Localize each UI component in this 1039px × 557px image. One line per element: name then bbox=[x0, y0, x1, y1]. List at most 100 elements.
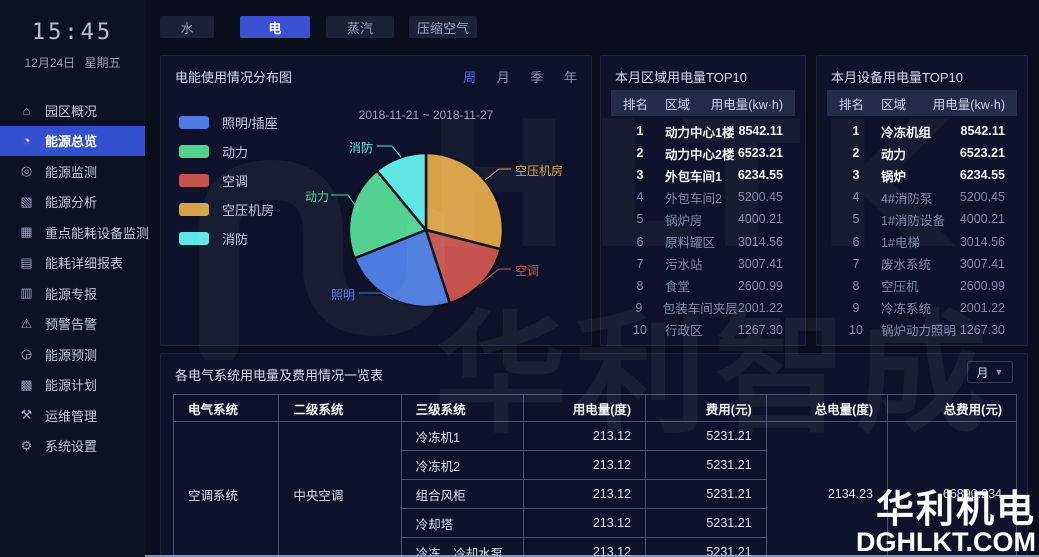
date-text: 12月24日 bbox=[24, 56, 75, 70]
rank-cell: 10 bbox=[623, 323, 657, 337]
table-row: 3外包车间16234.55 bbox=[611, 164, 795, 186]
sidebar-item-5[interactable]: ▤能耗详细报表 bbox=[0, 248, 145, 279]
name-cell: 冷冻系统 bbox=[873, 298, 960, 317]
name-cell: 冷冻机组 bbox=[873, 122, 961, 141]
tab-electricity[interactable]: 电 bbox=[240, 16, 310, 38]
sidebar-item-label: 重点能耗设备监测 bbox=[45, 223, 149, 242]
column-header: 费用(元) bbox=[646, 395, 767, 422]
sidebar-item-6[interactable]: ▥能源专报 bbox=[0, 278, 145, 309]
bulletin-doc-icon: ▥ bbox=[19, 285, 34, 301]
name-cell: 动力中心2楼 bbox=[657, 144, 738, 163]
table-row: 3锅炉6234.55 bbox=[827, 164, 1017, 186]
sidebar-item-label: 能源监测 bbox=[45, 162, 97, 181]
sidebar-item-label: 能源预测 bbox=[45, 345, 97, 364]
clock: 15:45 bbox=[0, 20, 145, 45]
table-row: 5锅炉房4000.21 bbox=[611, 208, 795, 230]
value-cell: 6523.21 bbox=[960, 146, 1005, 160]
ops-manage-icon: ⚒ bbox=[19, 407, 34, 423]
name-cell: 1#电梯 bbox=[873, 232, 960, 251]
table-row: 2动力6523.21 bbox=[827, 142, 1017, 164]
sidebar-item-11[interactable]: ⚙系统设置 bbox=[0, 431, 145, 462]
tab-compressed-air[interactable]: 压缩空气 bbox=[409, 16, 477, 38]
region-top10-header: 排名 区域 用电量(kw·h) bbox=[611, 90, 795, 116]
pie-label-lighting: 照明 bbox=[331, 286, 355, 303]
value-cell: 3007.41 bbox=[738, 257, 783, 271]
rank-cell: 7 bbox=[839, 257, 873, 271]
value-cell: 6523.21 bbox=[738, 146, 783, 160]
sidebar-item-10[interactable]: ⚒ 运维管理 bbox=[0, 400, 145, 431]
region-top10-panel: 本月区域用电量TOP10 排名 区域 用电量(kw·h) 1动力中心1楼8542… bbox=[600, 55, 806, 346]
cost-cell: 5231.21 bbox=[646, 422, 767, 451]
name-cell: 4#消防泵 bbox=[873, 188, 960, 207]
name-cell: 食堂 bbox=[657, 276, 738, 295]
name-cell: 外包车间2 bbox=[657, 188, 738, 207]
device-top10-header: 排名 区域 用电量(kw·h) bbox=[827, 90, 1017, 116]
sidebar-item-1[interactable]: ◔能源总览 bbox=[0, 126, 145, 157]
rank-cell: 6 bbox=[623, 235, 657, 249]
rank-cell: 2 bbox=[623, 146, 657, 160]
table-row: 61#电梯3014.56 bbox=[827, 230, 1017, 252]
sidebar-item-3[interactable]: ▧ 能源分析 bbox=[0, 187, 145, 218]
sidebar-item-4[interactable]: ▦重点能耗设备监测 bbox=[0, 217, 145, 248]
table-row: 9冷冻系统2001.22 bbox=[827, 297, 1017, 319]
date: 12月24日 星期五 bbox=[0, 54, 145, 71]
value-cell: 8542.11 bbox=[961, 124, 1006, 138]
column-header: 电气系统 bbox=[174, 395, 279, 422]
weekday-text: 星期五 bbox=[85, 56, 121, 70]
sidebar-item-7[interactable]: ⚠预警告警 bbox=[0, 309, 145, 340]
rank-cell: 4 bbox=[839, 190, 873, 204]
sidebar-item-9[interactable]: ▩能源计划 bbox=[0, 370, 145, 401]
column-header: 三级系统 bbox=[401, 395, 523, 422]
pie-label-fire: 消防 bbox=[349, 139, 373, 156]
table-row: 1动力中心1楼8542.11 bbox=[611, 120, 795, 142]
pie-chart bbox=[161, 56, 593, 347]
energy-header: 用电量(kw·h) bbox=[933, 94, 1005, 113]
sidebar-item-8[interactable]: ◶ 能源预测 bbox=[0, 339, 145, 370]
name-cell: 空压机 bbox=[873, 276, 960, 295]
name-cell: 动力 bbox=[873, 144, 960, 163]
total-cost-cell: 66890.234 bbox=[888, 422, 1017, 557]
region-top10-title: 本月区域用电量TOP10 bbox=[615, 67, 747, 86]
sidebar-item-label: 能源计划 bbox=[45, 375, 97, 394]
value-cell: 6234.55 bbox=[960, 168, 1005, 182]
sidebar-item-2[interactable]: ◎能源监测 bbox=[0, 156, 145, 187]
value-cell: 4000.21 bbox=[960, 212, 1005, 226]
region-header: 区域 bbox=[657, 94, 711, 113]
pie-chart-panel: 电能使用情况分布图 周 月 季 年 2018-11-21 ~ 2018-11-2… bbox=[160, 55, 592, 346]
energy-cell: 213.12 bbox=[523, 509, 645, 538]
sidebar-item-0[interactable]: ⌂园区概况 bbox=[0, 95, 145, 126]
system-table-title: 各电气系统用电量及费用情况一览表 bbox=[175, 365, 383, 384]
device-top10-rows: 1冷冻机组8542.112动力6523.213锅炉6234.5544#消防泵52… bbox=[827, 120, 1017, 341]
tab-water[interactable]: 水 bbox=[160, 16, 214, 38]
tertiary-system-cell: 冷冻机1 bbox=[401, 422, 523, 451]
sidebar-item-label: 运维管理 bbox=[45, 406, 97, 425]
value-cell: 2600.99 bbox=[738, 279, 783, 293]
table-row: 1冷冻机组8542.11 bbox=[827, 120, 1017, 142]
tab-steam[interactable]: 蒸汽 bbox=[326, 16, 394, 38]
device-top10-panel: 本月设备用电量TOP10 排名 区域 用电量(kw·h) 1冷冻机组8542.1… bbox=[816, 55, 1028, 346]
analysis-chart-icon: ▧ bbox=[19, 194, 34, 210]
value-cell: 3007.41 bbox=[960, 257, 1005, 271]
device-monitor-icon: ▦ bbox=[19, 224, 34, 240]
value-cell: 6234.55 bbox=[738, 168, 783, 182]
sidebar-item-label: 能源分析 bbox=[45, 192, 97, 211]
rank-cell: 4 bbox=[623, 190, 657, 204]
month-dropdown[interactable]: 月 ▼ bbox=[967, 361, 1013, 383]
name-cell: 锅炉 bbox=[873, 166, 960, 185]
forecast-icon: ◶ bbox=[19, 346, 34, 362]
sidebar-menu: ⌂园区概况◔能源总览◎能源监测 ▧ 能源分析 ▦重点能耗设备监测▤能耗详细报表▥能源专… bbox=[0, 95, 145, 461]
value-cell: 3014.56 bbox=[738, 235, 783, 249]
value-cell: 5200.45 bbox=[738, 190, 783, 204]
pie-label-ac: 空调 bbox=[515, 262, 539, 279]
table-row: 44#消防泵5200.45 bbox=[827, 186, 1017, 208]
name-cell: 锅炉动力照明 bbox=[873, 320, 960, 339]
device-top10-title: 本月设备用电量TOP10 bbox=[831, 67, 963, 86]
subsystem-cell: 中央空调 bbox=[279, 422, 401, 557]
sidebar-item-label: 园区概况 bbox=[45, 101, 97, 120]
rank-cell: 8 bbox=[623, 279, 657, 293]
column-header: 总电量(度) bbox=[766, 395, 887, 422]
value-cell: 5200.45 bbox=[960, 190, 1005, 204]
pie-chart-icon: ◔ bbox=[19, 133, 34, 148]
pie-label-power: 动力 bbox=[305, 188, 329, 205]
rank-cell: 2 bbox=[839, 146, 873, 160]
